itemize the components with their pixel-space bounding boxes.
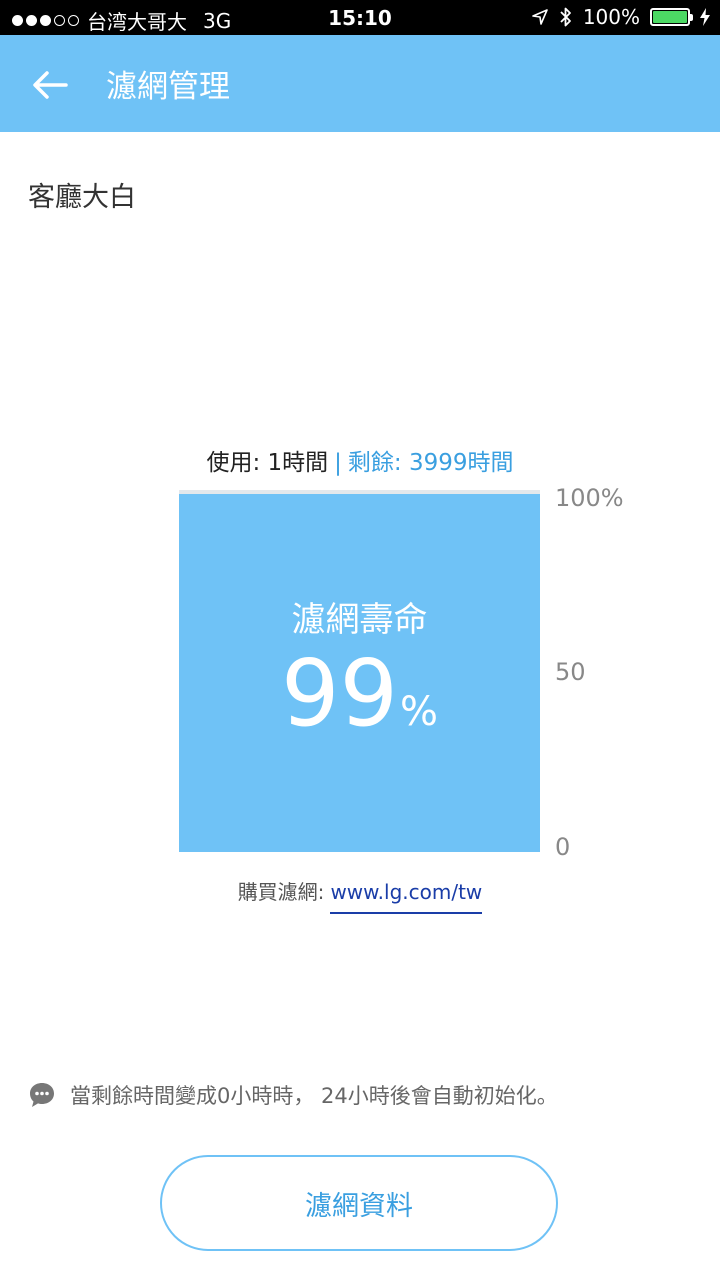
buy-filter: 購買濾網: www.lg.com/tw: [0, 876, 720, 914]
usage-remaining-hours: 剩餘: 3999時間: [347, 450, 514, 476]
filter-life-unit: %: [400, 689, 439, 735]
app-bar: 濾網管理: [0, 35, 720, 132]
location-arrow-icon: [532, 9, 548, 25]
device-name: 客廳大白: [28, 182, 136, 213]
gauge-tick-0: 0: [555, 833, 571, 861]
filter-info-button[interactable]: 濾網資料: [160, 1155, 558, 1251]
filter-life-value: 99%: [179, 640, 540, 747]
filter-life-number: 99: [280, 640, 399, 747]
gauge-tick-50: 50: [555, 658, 586, 686]
filter-life-label: 濾網壽命: [291, 600, 428, 640]
chat-bubble-icon: [30, 1083, 54, 1107]
back-arrow-icon: [33, 71, 68, 99]
battery-icon: [650, 8, 693, 26]
status-right: 100%: [531, 5, 710, 29]
back-button[interactable]: [28, 63, 72, 107]
reset-notice: 當剩餘時間變成0小時時， 24小時後會自動初始化。: [28, 1080, 558, 1110]
status-bar: 台湾大哥大 3G 15:10 100%: [0, 0, 720, 35]
usage-separator: |: [334, 450, 342, 476]
usage-used-hours: 使用: 1時間: [206, 450, 329, 476]
reset-notice-text: 當剩餘時間變成0小時時， 24小時後會自動初始化。: [70, 1084, 558, 1108]
buy-filter-label: 購買濾網:: [237, 880, 325, 904]
battery-fill: [653, 11, 687, 23]
charging-bolt-icon: [700, 8, 710, 26]
buy-filter-link[interactable]: www.lg.com/tw: [330, 880, 483, 914]
bluetooth-icon: [560, 7, 571, 27]
page-title: 濾網管理: [106, 69, 230, 105]
battery-percent: 100%: [582, 5, 640, 29]
gauge-tick-100: 100%: [555, 484, 624, 512]
usage-summary: 使用: 1時間 | 剩餘: 3999時間: [0, 443, 720, 477]
